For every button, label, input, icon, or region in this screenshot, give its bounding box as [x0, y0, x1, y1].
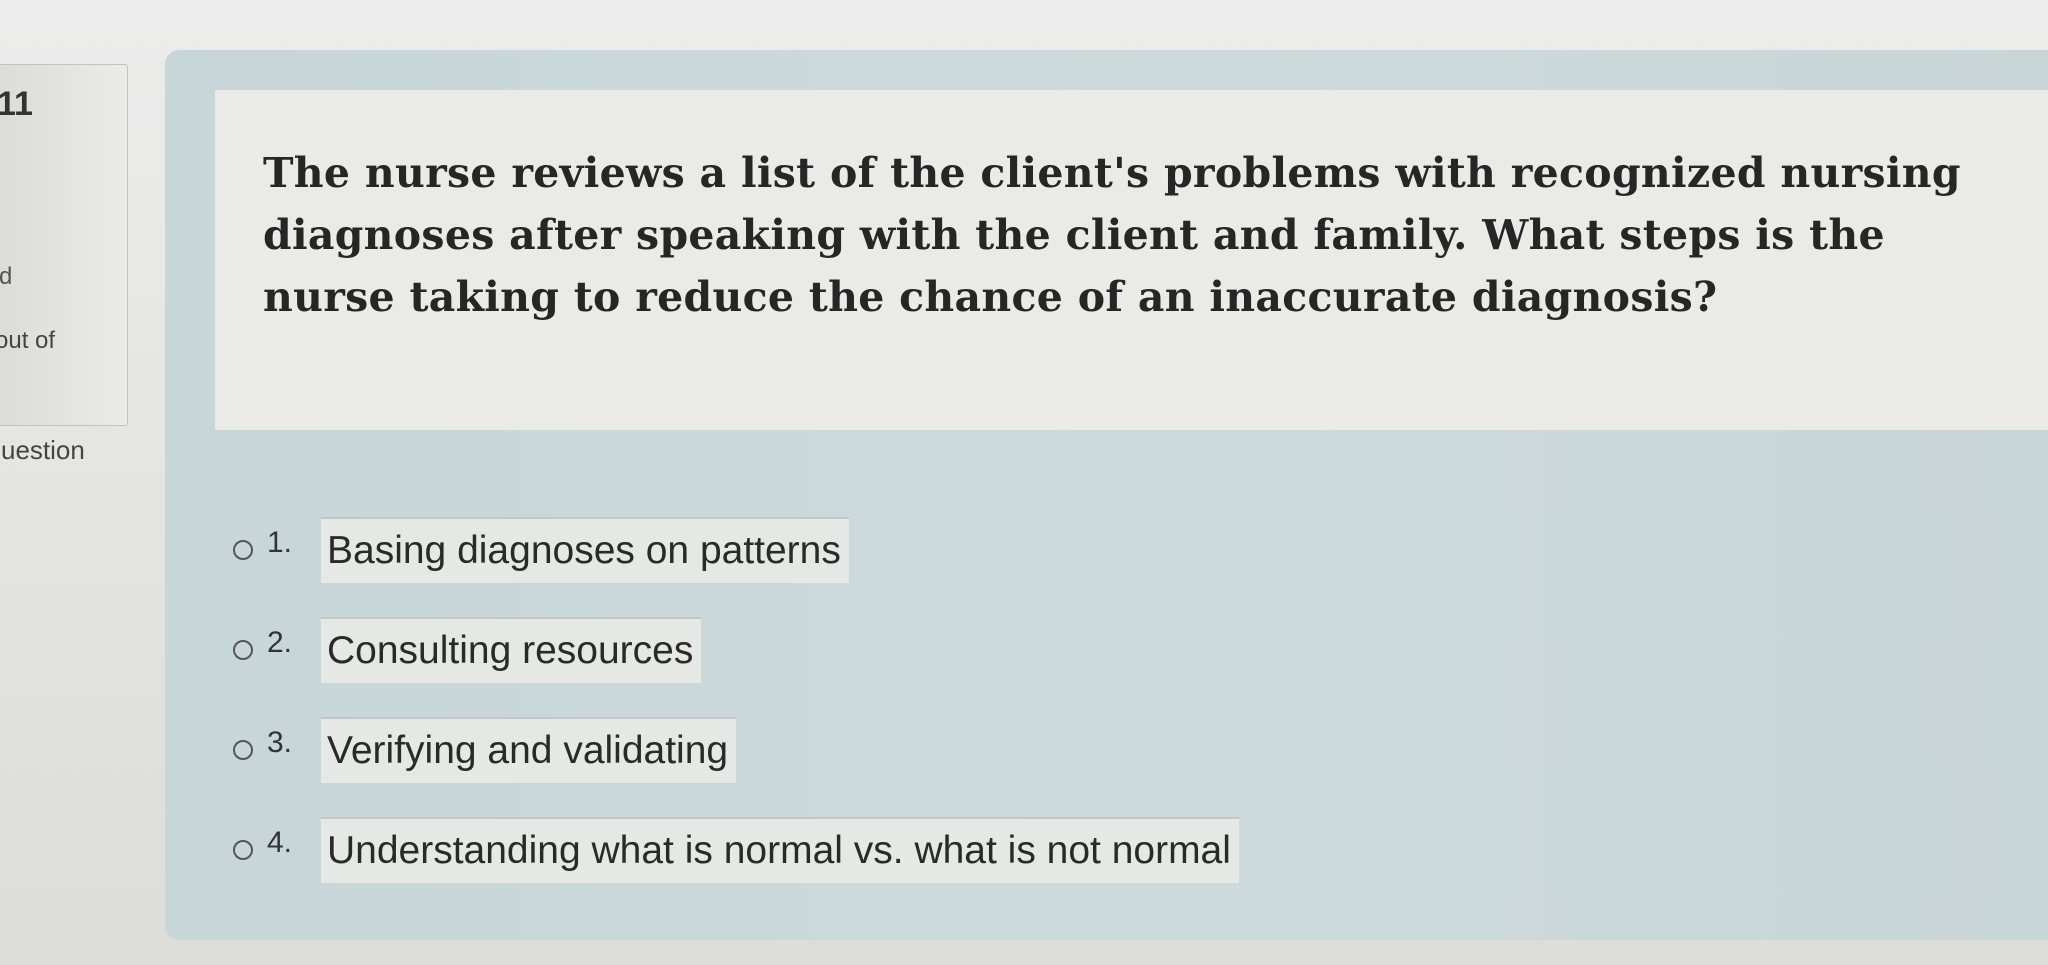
option-number: 2.: [267, 626, 293, 659]
option-number: 4.: [267, 826, 293, 859]
answer-options: 1. Basing diagnoses on patterns 2. Consu…: [225, 500, 1725, 900]
radio-unselected-icon[interactable]: [233, 840, 253, 860]
option-label[interactable]: Verifying and validating: [321, 717, 737, 783]
radio-unselected-icon[interactable]: [233, 740, 253, 760]
question-container: The nurse reviews a list of the client's…: [165, 50, 2048, 940]
option-number: 1.: [267, 526, 293, 559]
question-text: The nurse reviews a list of the client's…: [263, 149, 1961, 321]
answer-option-3[interactable]: 3. Verifying and validating: [225, 700, 1725, 800]
option-number: 3.: [267, 726, 293, 759]
radio-unselected-icon[interactable]: [233, 540, 253, 560]
answer-option-4[interactable]: 4. Understanding what is normal vs. what…: [225, 800, 1725, 900]
option-label[interactable]: Consulting resources: [321, 617, 702, 683]
radio-unselected-icon[interactable]: [233, 640, 253, 660]
flag-question-link[interactable]: uestion: [1, 435, 85, 466]
option-label[interactable]: Understanding what is normal vs. what is…: [321, 817, 1239, 883]
answer-option-1[interactable]: 1. Basing diagnoses on patterns: [225, 500, 1725, 600]
points-label: out of: [0, 327, 56, 354]
question-status: d: [0, 263, 13, 290]
answer-option-2[interactable]: 2. Consulting resources: [225, 600, 1725, 700]
question-info-panel: 11 d out of uestion: [0, 64, 128, 465]
question-number: 11: [0, 85, 33, 123]
question-text-box: The nurse reviews a list of the client's…: [215, 90, 2048, 430]
option-label[interactable]: Basing diagnoses on patterns: [321, 517, 849, 583]
